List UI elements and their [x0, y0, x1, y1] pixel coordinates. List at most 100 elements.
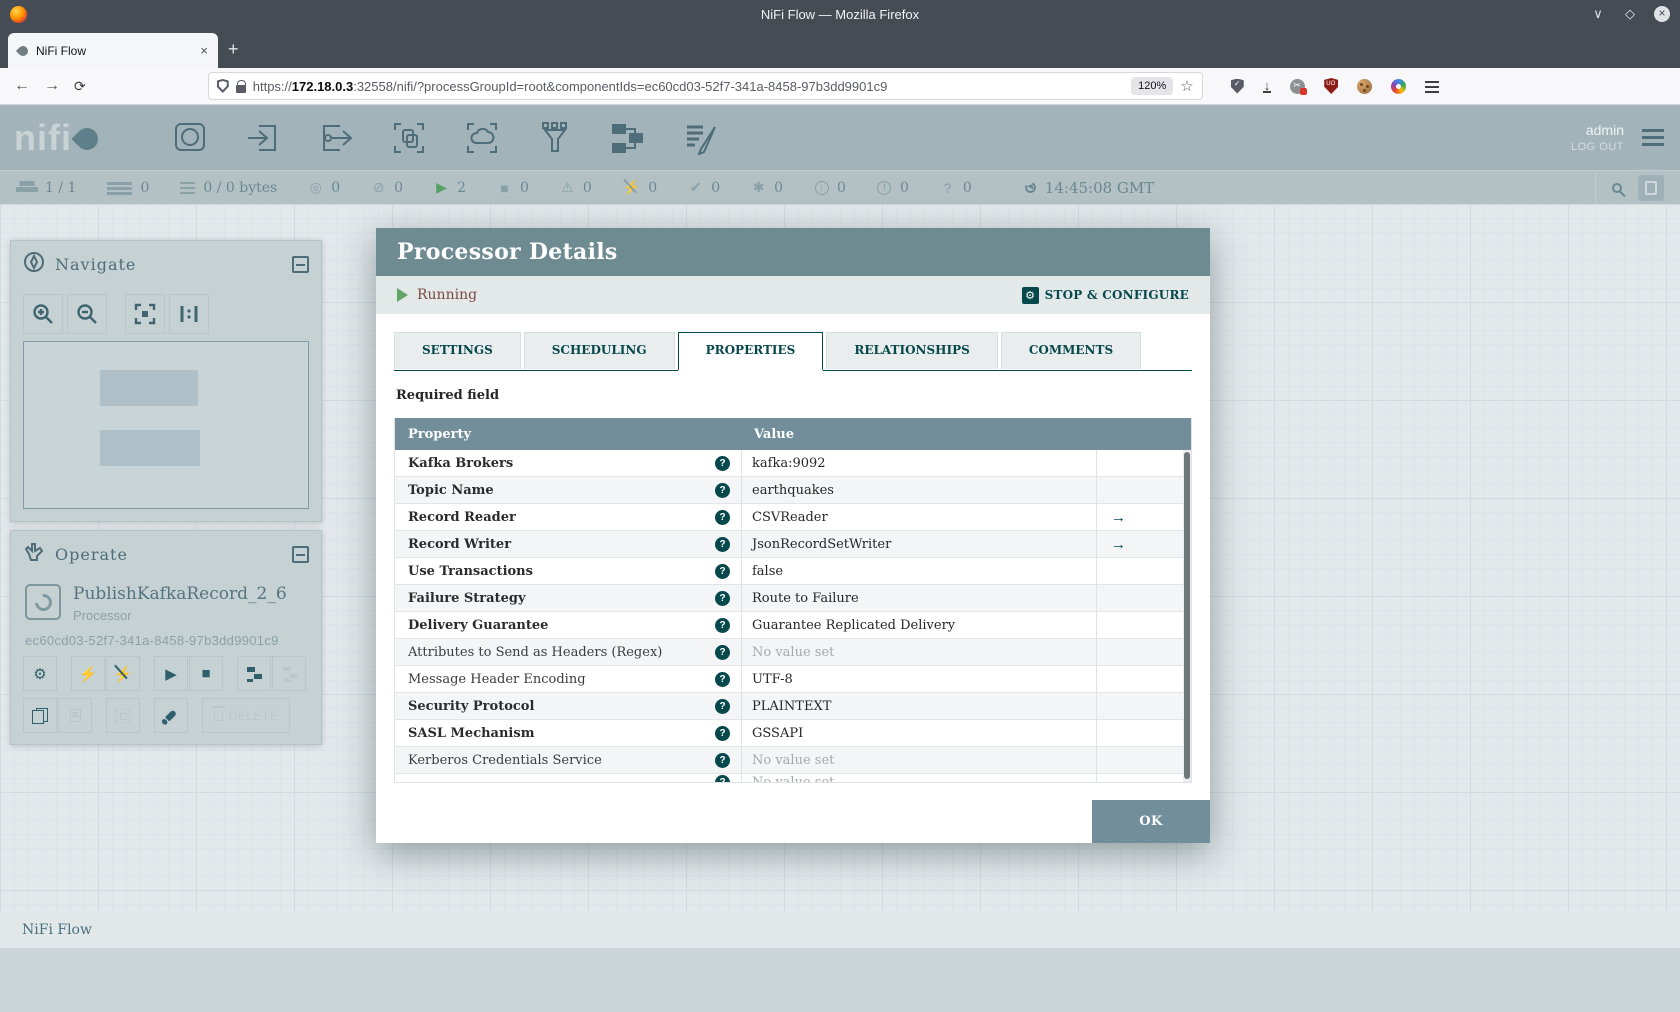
birdseye-minimap[interactable]: [23, 341, 309, 509]
extension-icon[interactable]: [1290, 78, 1308, 95]
help-icon[interactable]: ?: [715, 775, 730, 782]
remote-process-group-icon[interactable]: [460, 118, 504, 158]
refresh-icon[interactable]: [1023, 180, 1038, 195]
cluster-status: 1 / 1: [16, 180, 76, 196]
help-icon[interactable]: ?: [715, 671, 730, 687]
property-row[interactable]: Record Writer ? JsonRecordSetWriter →: [395, 531, 1191, 558]
help-icon[interactable]: ?: [715, 563, 730, 579]
label-icon[interactable]: [679, 118, 723, 158]
gear-icon: ⚙: [33, 665, 47, 683]
zoom-in-button[interactable]: [23, 294, 63, 334]
help-icon[interactable]: ?: [715, 617, 730, 633]
collapse-icon[interactable]: [292, 546, 309, 563]
property-row[interactable]: Failure Strategy ? Route to Failure →: [395, 585, 1191, 612]
help-icon[interactable]: ?: [715, 509, 730, 525]
template-icon[interactable]: [606, 118, 650, 158]
help-icon[interactable]: ?: [715, 482, 730, 498]
ublock-shield-icon[interactable]: [1324, 78, 1339, 94]
shield-check-icon[interactable]: [1230, 78, 1244, 94]
zoom-out-button[interactable]: [67, 294, 107, 334]
tab-properties[interactable]: PROPERTIES: [677, 332, 824, 371]
reload-button[interactable]: ⟳: [74, 78, 86, 95]
forward-button[interactable]: →: [44, 77, 60, 95]
property-row[interactable]: SASL Mechanism ? GSSAPI →: [395, 720, 1191, 747]
tab-relationships[interactable]: RELATIONSHIPS: [826, 332, 998, 369]
help-icon[interactable]: ?: [715, 536, 730, 552]
search-icon[interactable]: [1612, 182, 1622, 193]
back-button[interactable]: ←: [14, 77, 30, 95]
browser-tab[interactable]: NiFi Flow ×: [8, 33, 218, 68]
paste-button[interactable]: [58, 698, 92, 733]
property-row[interactable]: Security Protocol ? PLAINTEXT →: [395, 693, 1191, 720]
input-port-icon[interactable]: [241, 118, 285, 158]
stop-and-configure-button[interactable]: ⚙ STOP & CONFIGURE: [1021, 286, 1189, 304]
table-scrollbar[interactable]: [1183, 450, 1191, 782]
configure-button[interactable]: ⚙: [23, 656, 57, 691]
download-icon[interactable]: ↓: [1262, 79, 1272, 93]
new-tab-button[interactable]: +: [228, 40, 239, 58]
stop-button[interactable]: ■: [189, 656, 223, 691]
tracking-protection-icon[interactable]: [216, 79, 229, 93]
tab-comments[interactable]: COMMENTS: [1000, 332, 1142, 369]
start-button[interactable]: ▶: [154, 656, 188, 691]
help-icon[interactable]: ?: [715, 590, 730, 606]
help-icon[interactable]: ?: [715, 752, 730, 768]
tab-close-icon[interactable]: ×: [200, 43, 208, 58]
group-button[interactable]: [106, 698, 140, 733]
tab-settings[interactable]: SETTINGS: [394, 332, 521, 369]
disable-button[interactable]: ⚡: [106, 656, 140, 691]
enable-button[interactable]: ⚡: [71, 656, 105, 691]
nifi-statusbar: 1 / 1 0 0 / 0 bytes ◎ 0 ⊘ 0 ▶ 2 ■ 0 ⚠ 0 ⚡ 0 ✔ 0…: [0, 170, 1680, 205]
help-icon[interactable]: ?: [715, 455, 730, 471]
lock-warning-icon[interactable]: [235, 79, 247, 93]
url-text[interactable]: https://172.18.0.3:32558/nifi/?processGr…: [253, 79, 1124, 94]
property-row[interactable]: Delivery Guarantee ? Guarantee Replicate…: [395, 612, 1191, 639]
logout-link[interactable]: LOG OUT: [1571, 141, 1624, 153]
property-row[interactable]: Kerberos Credentials Service ? No value …: [395, 747, 1191, 774]
zoom-level-badge[interactable]: 120%: [1131, 77, 1174, 95]
settings-panel-button[interactable]: [1638, 174, 1664, 201]
queued-icon: [180, 181, 196, 185]
operate-panel: Operate PublishKafkaRecord_2_6 Processor…: [10, 530, 322, 745]
property-row[interactable]: Topic Name ? earthquakes →: [395, 477, 1191, 504]
scrollbar-thumb[interactable]: [1184, 452, 1190, 779]
property-row[interactable]: Record Reader ? CSVReader →: [395, 504, 1191, 531]
zoom-fit-button[interactable]: [125, 294, 165, 334]
processor-icon[interactable]: [168, 118, 212, 158]
help-icon[interactable]: ?: [715, 725, 730, 741]
menu-icon[interactable]: [1425, 81, 1440, 83]
active-threads-icon: [107, 182, 123, 185]
collapse-icon[interactable]: [292, 256, 309, 273]
property-row[interactable]: Attributes to Send as Headers (Regex) ? …: [395, 639, 1191, 666]
help-icon[interactable]: ?: [715, 698, 730, 714]
cookie-icon[interactable]: [1357, 78, 1373, 94]
property-row[interactable]: Message Header Encoding ? UTF-8 →: [395, 666, 1191, 693]
process-group-icon[interactable]: [387, 118, 431, 158]
url-bar[interactable]: https://172.18.0.3:32558/nifi/?processGr…: [207, 72, 1203, 100]
zoom-actual-button[interactable]: [169, 294, 209, 334]
pinwheel-extension-icon[interactable]: [1391, 78, 1407, 94]
property-value: Guarantee Replicated Delivery: [752, 617, 956, 633]
property-row[interactable]: Use Transactions ? false →: [395, 558, 1191, 585]
property-row[interactable]: Kafka Brokers ? kafka:9092 →: [395, 450, 1191, 477]
maximize-icon[interactable]: ◇: [1622, 6, 1638, 22]
breadcrumb[interactable]: NiFi Flow: [22, 922, 92, 938]
copy-button[interactable]: [23, 698, 57, 733]
property-row[interactable]: ? No value set →: [395, 774, 1191, 782]
ok-button[interactable]: OK: [1092, 800, 1210, 843]
output-port-icon[interactable]: [314, 118, 358, 158]
tab-scheduling[interactable]: SCHEDULING: [523, 332, 675, 369]
minimize-icon[interactable]: ∨: [1590, 6, 1606, 22]
help-icon[interactable]: ?: [715, 644, 730, 660]
fill-color-button[interactable]: [154, 698, 188, 733]
funnel-icon[interactable]: [533, 118, 577, 158]
goto-service-icon[interactable]: →: [1111, 509, 1126, 526]
close-icon[interactable]: ×: [1654, 6, 1670, 22]
goto-service-icon[interactable]: →: [1111, 536, 1126, 553]
bookmark-star-icon[interactable]: ☆: [1180, 77, 1193, 95]
property-value: false: [752, 563, 784, 579]
delete-button[interactable]: DELETE: [202, 698, 290, 733]
global-menu-icon[interactable]: [1642, 129, 1664, 132]
change-version-button[interactable]: [272, 656, 306, 691]
save-flow-version-button[interactable]: [237, 656, 271, 691]
